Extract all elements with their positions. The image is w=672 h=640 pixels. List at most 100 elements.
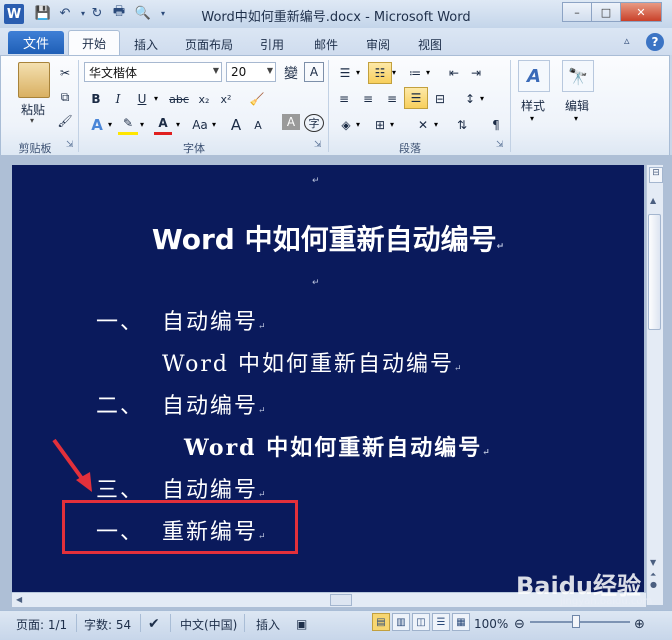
editing-dropdown-icon[interactable]: ▾: [574, 114, 578, 123]
tab-mailings[interactable]: 邮件: [306, 34, 346, 54]
line-spacing-icon[interactable]: ↕: [460, 88, 480, 110]
multilevel-list-icon[interactable]: ≔: [404, 62, 426, 84]
tab-home[interactable]: 开始: [68, 30, 120, 56]
minimize-button[interactable]: –: [562, 2, 592, 22]
font-name-combo[interactable]: 华文楷体 ▼: [84, 62, 222, 82]
chinese-layout-dropdown-icon[interactable]: ▾: [434, 120, 438, 129]
multilevel-dropdown-icon[interactable]: ▾: [426, 68, 430, 77]
paste-dropdown-icon[interactable]: ▾: [30, 116, 34, 125]
shading-dropdown-icon[interactable]: ▾: [356, 120, 360, 129]
strikethrough-button[interactable]: abc: [166, 88, 192, 110]
decrease-indent-icon[interactable]: ⇤: [444, 62, 464, 84]
underline-dropdown-icon[interactable]: ▾: [154, 94, 158, 103]
increase-indent-icon[interactable]: ⇥: [466, 62, 486, 84]
enclose-characters-icon[interactable]: 字: [304, 114, 324, 132]
text-effects-dropdown-icon[interactable]: ▾: [108, 120, 112, 129]
text-effects-icon[interactable]: A: [86, 114, 108, 136]
draft-view-icon[interactable]: ▦: [452, 613, 470, 631]
font-color-icon[interactable]: A: [154, 114, 172, 135]
paste-icon[interactable]: [18, 62, 50, 98]
ruler-toggle-icon[interactable]: ⊟: [649, 167, 663, 183]
justify-icon[interactable]: ☰: [404, 87, 428, 109]
scroll-left-icon[interactable]: ◀: [16, 595, 22, 604]
macro-record-icon[interactable]: ▣: [296, 614, 307, 634]
language-status[interactable]: 中文(中国): [180, 614, 237, 634]
proofing-icon[interactable]: ✔: [148, 614, 160, 634]
align-right-icon[interactable]: ≡: [382, 88, 402, 110]
browse-object-icon[interactable]: ●: [650, 580, 657, 589]
bullets-icon[interactable]: ☰: [334, 62, 356, 84]
word-count-status[interactable]: 字数: 54: [84, 614, 131, 634]
chinese-layout-icon[interactable]: ✕: [412, 114, 434, 136]
insert-mode-status[interactable]: 插入: [256, 614, 280, 634]
distributed-icon[interactable]: ⊟: [430, 88, 450, 110]
styles-dropdown-icon[interactable]: ▾: [530, 114, 534, 123]
editing-button[interactable]: 编辑: [556, 94, 598, 116]
horizontal-scroll-thumb[interactable]: [330, 594, 352, 606]
change-case-button[interactable]: Aa: [188, 114, 212, 136]
clear-formatting-icon[interactable]: 🧹: [246, 88, 268, 110]
italic-button[interactable]: I: [108, 88, 128, 110]
vertical-scroll-thumb[interactable]: [648, 214, 661, 330]
numbering-icon[interactable]: ☷: [368, 62, 392, 84]
shading-icon[interactable]: ◈: [336, 114, 356, 136]
zoom-in-icon[interactable]: ⊕: [634, 614, 645, 634]
subscript-button[interactable]: x₂: [194, 88, 214, 110]
bullets-dropdown-icon[interactable]: ▾: [356, 68, 360, 77]
print-layout-view-icon[interactable]: ▤: [372, 613, 390, 631]
shrink-font-button[interactable]: A: [250, 114, 266, 136]
phonetic-guide-icon[interactable]: 變: [280, 62, 302, 84]
tab-insert[interactable]: 插入: [126, 34, 166, 54]
borders-icon[interactable]: ⊞: [370, 114, 390, 136]
help-icon[interactable]: ?: [646, 33, 664, 51]
scroll-up-icon[interactable]: ▲: [650, 196, 656, 205]
change-case-dropdown-icon[interactable]: ▾: [212, 120, 216, 129]
paragraph-launcher-icon[interactable]: ⇲: [496, 140, 504, 150]
close-button[interactable]: ✕: [620, 2, 662, 22]
character-border-icon[interactable]: A: [304, 62, 324, 82]
character-shading-icon[interactable]: A: [282, 114, 300, 130]
scroll-down-icon[interactable]: ▼: [650, 558, 656, 567]
clipboard-launcher-icon[interactable]: ⇲: [66, 140, 74, 150]
styles-button[interactable]: 样式: [512, 94, 554, 116]
align-center-icon[interactable]: ≡: [358, 88, 378, 110]
tab-view[interactable]: 视图: [410, 34, 450, 54]
styles-icon[interactable]: A: [518, 60, 550, 92]
web-layout-icon[interactable]: ◫: [412, 613, 430, 631]
align-left-icon[interactable]: ≡: [334, 88, 354, 110]
font-size-combo[interactable]: 20 ▼: [226, 62, 276, 82]
chevron-down-icon[interactable]: ▼: [213, 66, 219, 75]
cut-icon[interactable]: ✂: [56, 62, 74, 84]
format-painter-icon[interactable]: 🖌: [56, 110, 74, 132]
chevron-down-icon[interactable]: ▼: [267, 66, 273, 75]
copy-icon[interactable]: ⧉: [56, 86, 74, 108]
grow-font-button[interactable]: A: [228, 114, 244, 136]
minimize-ribbon-icon[interactable]: ▵: [624, 34, 630, 47]
zoom-out-icon[interactable]: ⊖: [514, 614, 525, 634]
tab-review[interactable]: 审阅: [358, 34, 398, 54]
show-paragraph-marks-icon[interactable]: ¶: [486, 114, 506, 136]
previous-page-icon[interactable]: ⏶: [650, 570, 656, 580]
superscript-button[interactable]: x²: [216, 88, 236, 110]
bold-button[interactable]: B: [86, 88, 106, 110]
page-count-status[interactable]: 页面: 1/1: [16, 614, 67, 634]
zoom-level[interactable]: 100%: [474, 614, 508, 634]
borders-dropdown-icon[interactable]: ▾: [390, 120, 394, 129]
binoculars-icon[interactable]: 🔭: [562, 60, 594, 92]
underline-button[interactable]: U: [132, 88, 152, 110]
tab-references[interactable]: 引用: [252, 34, 292, 54]
tab-page-layout[interactable]: 页面布局: [176, 34, 242, 54]
maximize-button[interactable]: □: [591, 2, 621, 22]
tab-file[interactable]: 文件: [8, 31, 64, 54]
highlight-color-icon[interactable]: ✎: [118, 114, 138, 135]
outline-view-icon[interactable]: ☰: [432, 613, 450, 631]
zoom-slider-knob[interactable]: [572, 615, 580, 628]
font-color-dropdown-icon[interactable]: ▾: [176, 120, 180, 129]
font-launcher-icon[interactable]: ⇲: [314, 140, 322, 150]
zoom-slider[interactable]: [530, 621, 630, 623]
highlight-dropdown-icon[interactable]: ▾: [140, 120, 144, 129]
line-spacing-dropdown-icon[interactable]: ▾: [480, 94, 484, 103]
sort-icon[interactable]: ⇅: [452, 114, 472, 136]
full-screen-reading-icon[interactable]: ▥: [392, 613, 410, 631]
numbering-dropdown-icon[interactable]: ▾: [392, 68, 396, 77]
